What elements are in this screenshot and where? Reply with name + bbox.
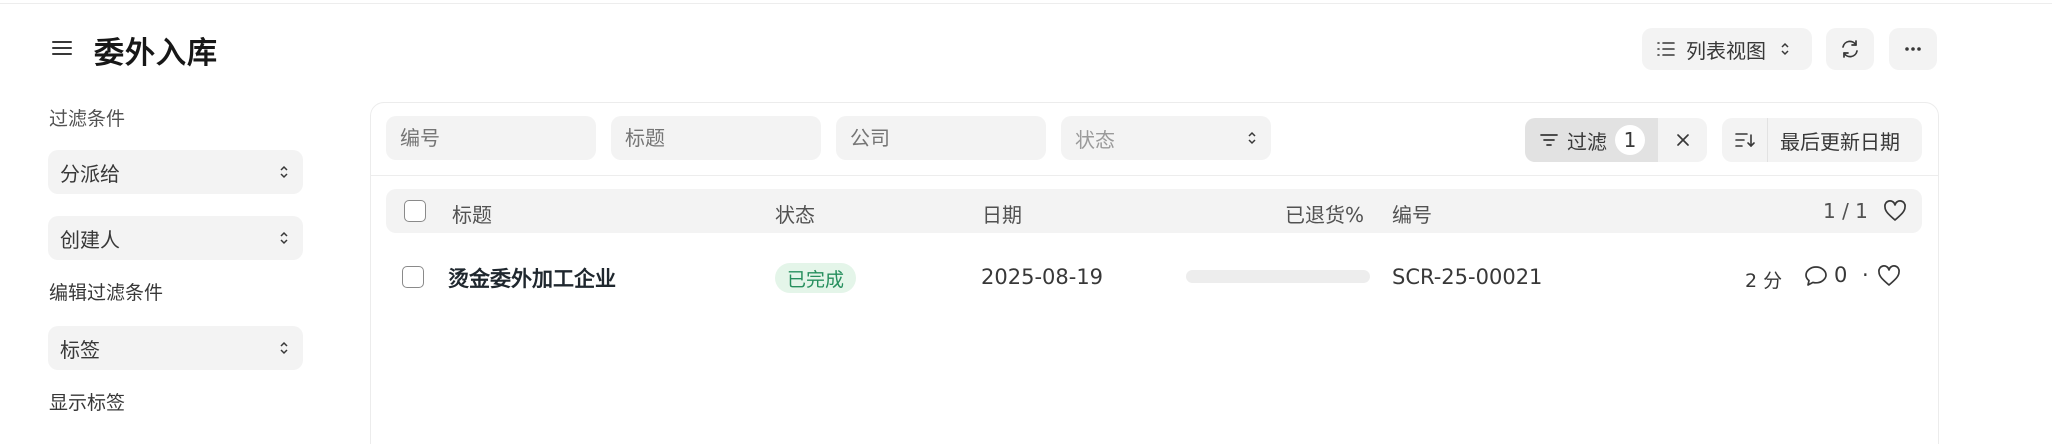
filter-count-badge: 1: [1615, 125, 1645, 155]
column-header-title: 标题: [452, 203, 492, 227]
row-modified: 2 分: [1745, 270, 1783, 292]
comment-icon[interactable]: [1804, 265, 1828, 287]
chevron-updown-icon: [280, 341, 288, 355]
refresh-button[interactable]: [1826, 28, 1874, 70]
column-header-returned: 已退货%: [1285, 203, 1365, 227]
created-by-select[interactable]: 创建人: [48, 216, 303, 260]
row-title[interactable]: 烫金委外加工企业: [448, 263, 616, 293]
separator-dot: ·: [1862, 263, 1869, 287]
list-icon: [1657, 42, 1675, 56]
status-badge: 已完成: [775, 263, 857, 293]
tags-label: 标签: [60, 337, 100, 362]
page-title: 委外入库: [94, 36, 218, 71]
returned-progress-bar: [1186, 270, 1370, 283]
assigned-to-select[interactable]: 分派给: [48, 150, 303, 194]
show-tags-link[interactable]: 显示标签: [49, 388, 125, 415]
status-filter-placeholder: 状态: [1075, 127, 1115, 152]
select-all-checkbox[interactable]: [404, 200, 426, 222]
filter-button[interactable]: 过滤 1: [1525, 118, 1658, 162]
sort-direction-button[interactable]: [1722, 118, 1768, 162]
refresh-icon: [1842, 40, 1858, 58]
column-header-status: 状态: [775, 203, 815, 227]
filter-section-label: 过滤条件: [49, 108, 126, 130]
toolbar-divider: [371, 175, 1938, 176]
table-header: 标题 状态 日期 已退货% 编号 1 / 1: [386, 189, 1922, 233]
filter-label: 过滤: [1567, 129, 1607, 154]
heart-icon[interactable]: [1883, 200, 1907, 222]
tags-select[interactable]: 标签: [48, 326, 303, 370]
edit-filters-link[interactable]: 编辑过滤条件: [49, 278, 163, 305]
view-switcher-button[interactable]: 列表视图: [1642, 28, 1812, 70]
id-filter-input[interactable]: [386, 116, 596, 160]
more-options-button[interactable]: [1889, 28, 1937, 70]
close-icon: [1676, 134, 1689, 146]
sort-field-button[interactable]: 最后更新日期: [1768, 118, 1922, 162]
filter-icon: [1540, 134, 1558, 146]
assigned-to-label: 分派给: [60, 161, 120, 186]
sort-button-group: 最后更新日期: [1722, 118, 1922, 162]
filter-button-group: 过滤 1: [1525, 118, 1707, 162]
row-count: 1 / 1: [1823, 199, 1868, 223]
column-header-date: 日期: [982, 203, 1022, 227]
row-id: SCR-25-00021: [1392, 265, 1543, 289]
row-date: 2025-08-19: [981, 265, 1104, 289]
created-by-label: 创建人: [60, 227, 120, 252]
chevron-updown-icon: [280, 165, 288, 179]
chevron-updown-icon: [1781, 42, 1789, 56]
sort-descending-icon: [1734, 133, 1755, 148]
title-filter-input[interactable]: [611, 116, 821, 160]
sidebar-toggle-icon[interactable]: [50, 36, 74, 60]
view-label: 列表视图: [1686, 38, 1766, 63]
ellipsis-icon: [1905, 47, 1921, 51]
row-checkbox[interactable]: [402, 266, 424, 288]
column-header-id: 编号: [1392, 203, 1432, 227]
company-filter-input[interactable]: [836, 116, 1046, 160]
clear-filters-button[interactable]: [1658, 118, 1707, 162]
comment-count: 0: [1834, 263, 1848, 287]
heart-icon[interactable]: [1877, 265, 1901, 287]
chevron-updown-icon: [280, 231, 288, 245]
status-filter-select[interactable]: 状态: [1061, 116, 1271, 160]
chevron-updown-icon: [1248, 131, 1256, 145]
top-border: [0, 0, 2052, 4]
